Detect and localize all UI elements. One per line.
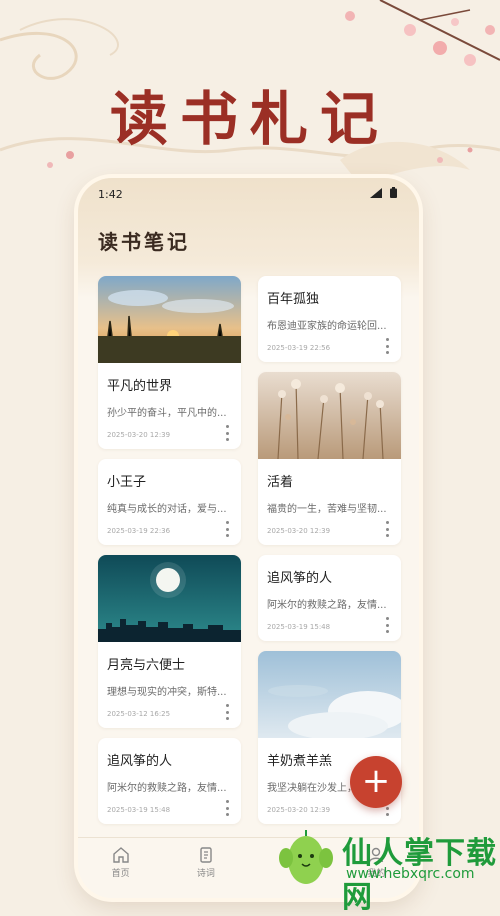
- card-title: 月亮与六便士: [107, 658, 186, 673]
- note-card[interactable]: 月亮与六便士 理想与现实的冲突，斯特... 2025-03-12 16:25: [98, 555, 241, 728]
- more-options-icon[interactable]: [225, 704, 229, 720]
- promo-title: 读书札记: [109, 85, 390, 153]
- card-date: 2025-03-19 15:48: [107, 806, 171, 814]
- home-icon: [112, 847, 129, 863]
- more-options-icon[interactable]: [225, 425, 229, 441]
- card-date: 2025-03-20 12:39: [267, 527, 331, 535]
- card-image-sunset-field: [98, 276, 241, 363]
- card-title: 平凡的世界: [107, 379, 173, 394]
- battery-icon: [390, 187, 397, 198]
- add-note-button[interactable]: +: [350, 756, 402, 808]
- note-card[interactable]: 平凡的世界 孙少平的奋斗，平凡中的... 2025-03-20 12:39: [98, 276, 241, 449]
- tab-home[interactable]: 首页: [78, 838, 163, 898]
- card-description: 纯真与成长的对话，爱与...: [107, 504, 227, 515]
- card-description: 阿米尔的救赎之路，友情...: [107, 783, 227, 794]
- tab-poetry[interactable]: 诗词: [163, 838, 248, 898]
- note-card[interactable]: 追风筝的人 阿米尔的救赎之路，友情... 2025-03-19 15:48: [98, 738, 241, 824]
- card-title: 追风筝的人: [267, 571, 333, 586]
- status-bar: 1:42: [78, 184, 419, 204]
- card-title: 小王子: [107, 475, 147, 490]
- more-options-icon[interactable]: [385, 617, 389, 633]
- tab-label: 首页: [111, 869, 130, 879]
- watermark: 仙人掌下载网 www.hebxqrc.com: [276, 824, 500, 915]
- watermark-url: www.hebxqrc.com: [346, 866, 475, 882]
- card-date: 2025-03-12 16:25: [107, 710, 171, 718]
- more-options-icon[interactable]: [225, 800, 229, 816]
- cactus-logo-icon: [279, 830, 333, 884]
- note-card[interactable]: 小王子 纯真与成长的对话，爱与... 2025-03-19 22:36: [98, 459, 241, 545]
- card-title: 活着: [267, 475, 294, 490]
- tab-label: 诗词: [196, 869, 215, 879]
- card-date: 2025-03-20 12:39: [107, 431, 171, 439]
- status-icons: [370, 187, 397, 198]
- signal-icon: [370, 187, 382, 198]
- card-title: 追风筝的人: [107, 754, 173, 769]
- card-description: 福贵的一生，苦难与坚韧...: [267, 504, 387, 515]
- more-options-icon[interactable]: [385, 521, 389, 537]
- card-description: 理想与现实的冲突，斯特...: [107, 687, 227, 698]
- card-description: 孙少平的奋斗，平凡中的...: [107, 408, 227, 419]
- page-title: 读书笔记: [98, 230, 190, 254]
- note-card[interactable]: 活着 福贵的一生，苦难与坚韧... 2025-03-20 12:39: [258, 372, 401, 545]
- card-title: 百年孤独: [267, 292, 320, 307]
- status-time: 1:42: [98, 188, 123, 201]
- plus-icon: +: [361, 761, 391, 801]
- notes-column-right: 百年孤独 布恩迪亚家族的命运轮回... 2025-03-19 22:56 活着 …: [258, 276, 401, 834]
- card-description: 阿米尔的救赎之路，友情...: [267, 600, 387, 611]
- more-options-icon[interactable]: [385, 338, 389, 354]
- note-card[interactable]: 百年孤独 布恩迪亚家族的命运轮回... 2025-03-19 22:56: [258, 276, 401, 362]
- phone-frame: 1:42 读书笔记 平凡的世界 孙少平的奋斗，平凡中的... 2025-03-2…: [78, 178, 419, 898]
- scroll-icon: [200, 847, 212, 863]
- note-card[interactable]: 追风筝的人 阿米尔的救赎之路，友情... 2025-03-19 15:48: [258, 555, 401, 641]
- card-image-sky-clouds: [258, 651, 401, 738]
- card-date: 2025-03-19 22:36: [107, 527, 171, 535]
- notes-column-left: 平凡的世界 孙少平的奋斗，平凡中的... 2025-03-20 12:39 小王…: [98, 276, 241, 834]
- card-date: 2025-03-19 22:56: [267, 344, 331, 352]
- card-description: 布恩迪亚家族的命运轮回...: [267, 321, 387, 332]
- card-date: 2025-03-19 15:48: [267, 623, 331, 631]
- card-image-dried-flowers: [258, 372, 401, 459]
- more-options-icon[interactable]: [225, 521, 229, 537]
- card-image-night-moon-city: [98, 555, 241, 642]
